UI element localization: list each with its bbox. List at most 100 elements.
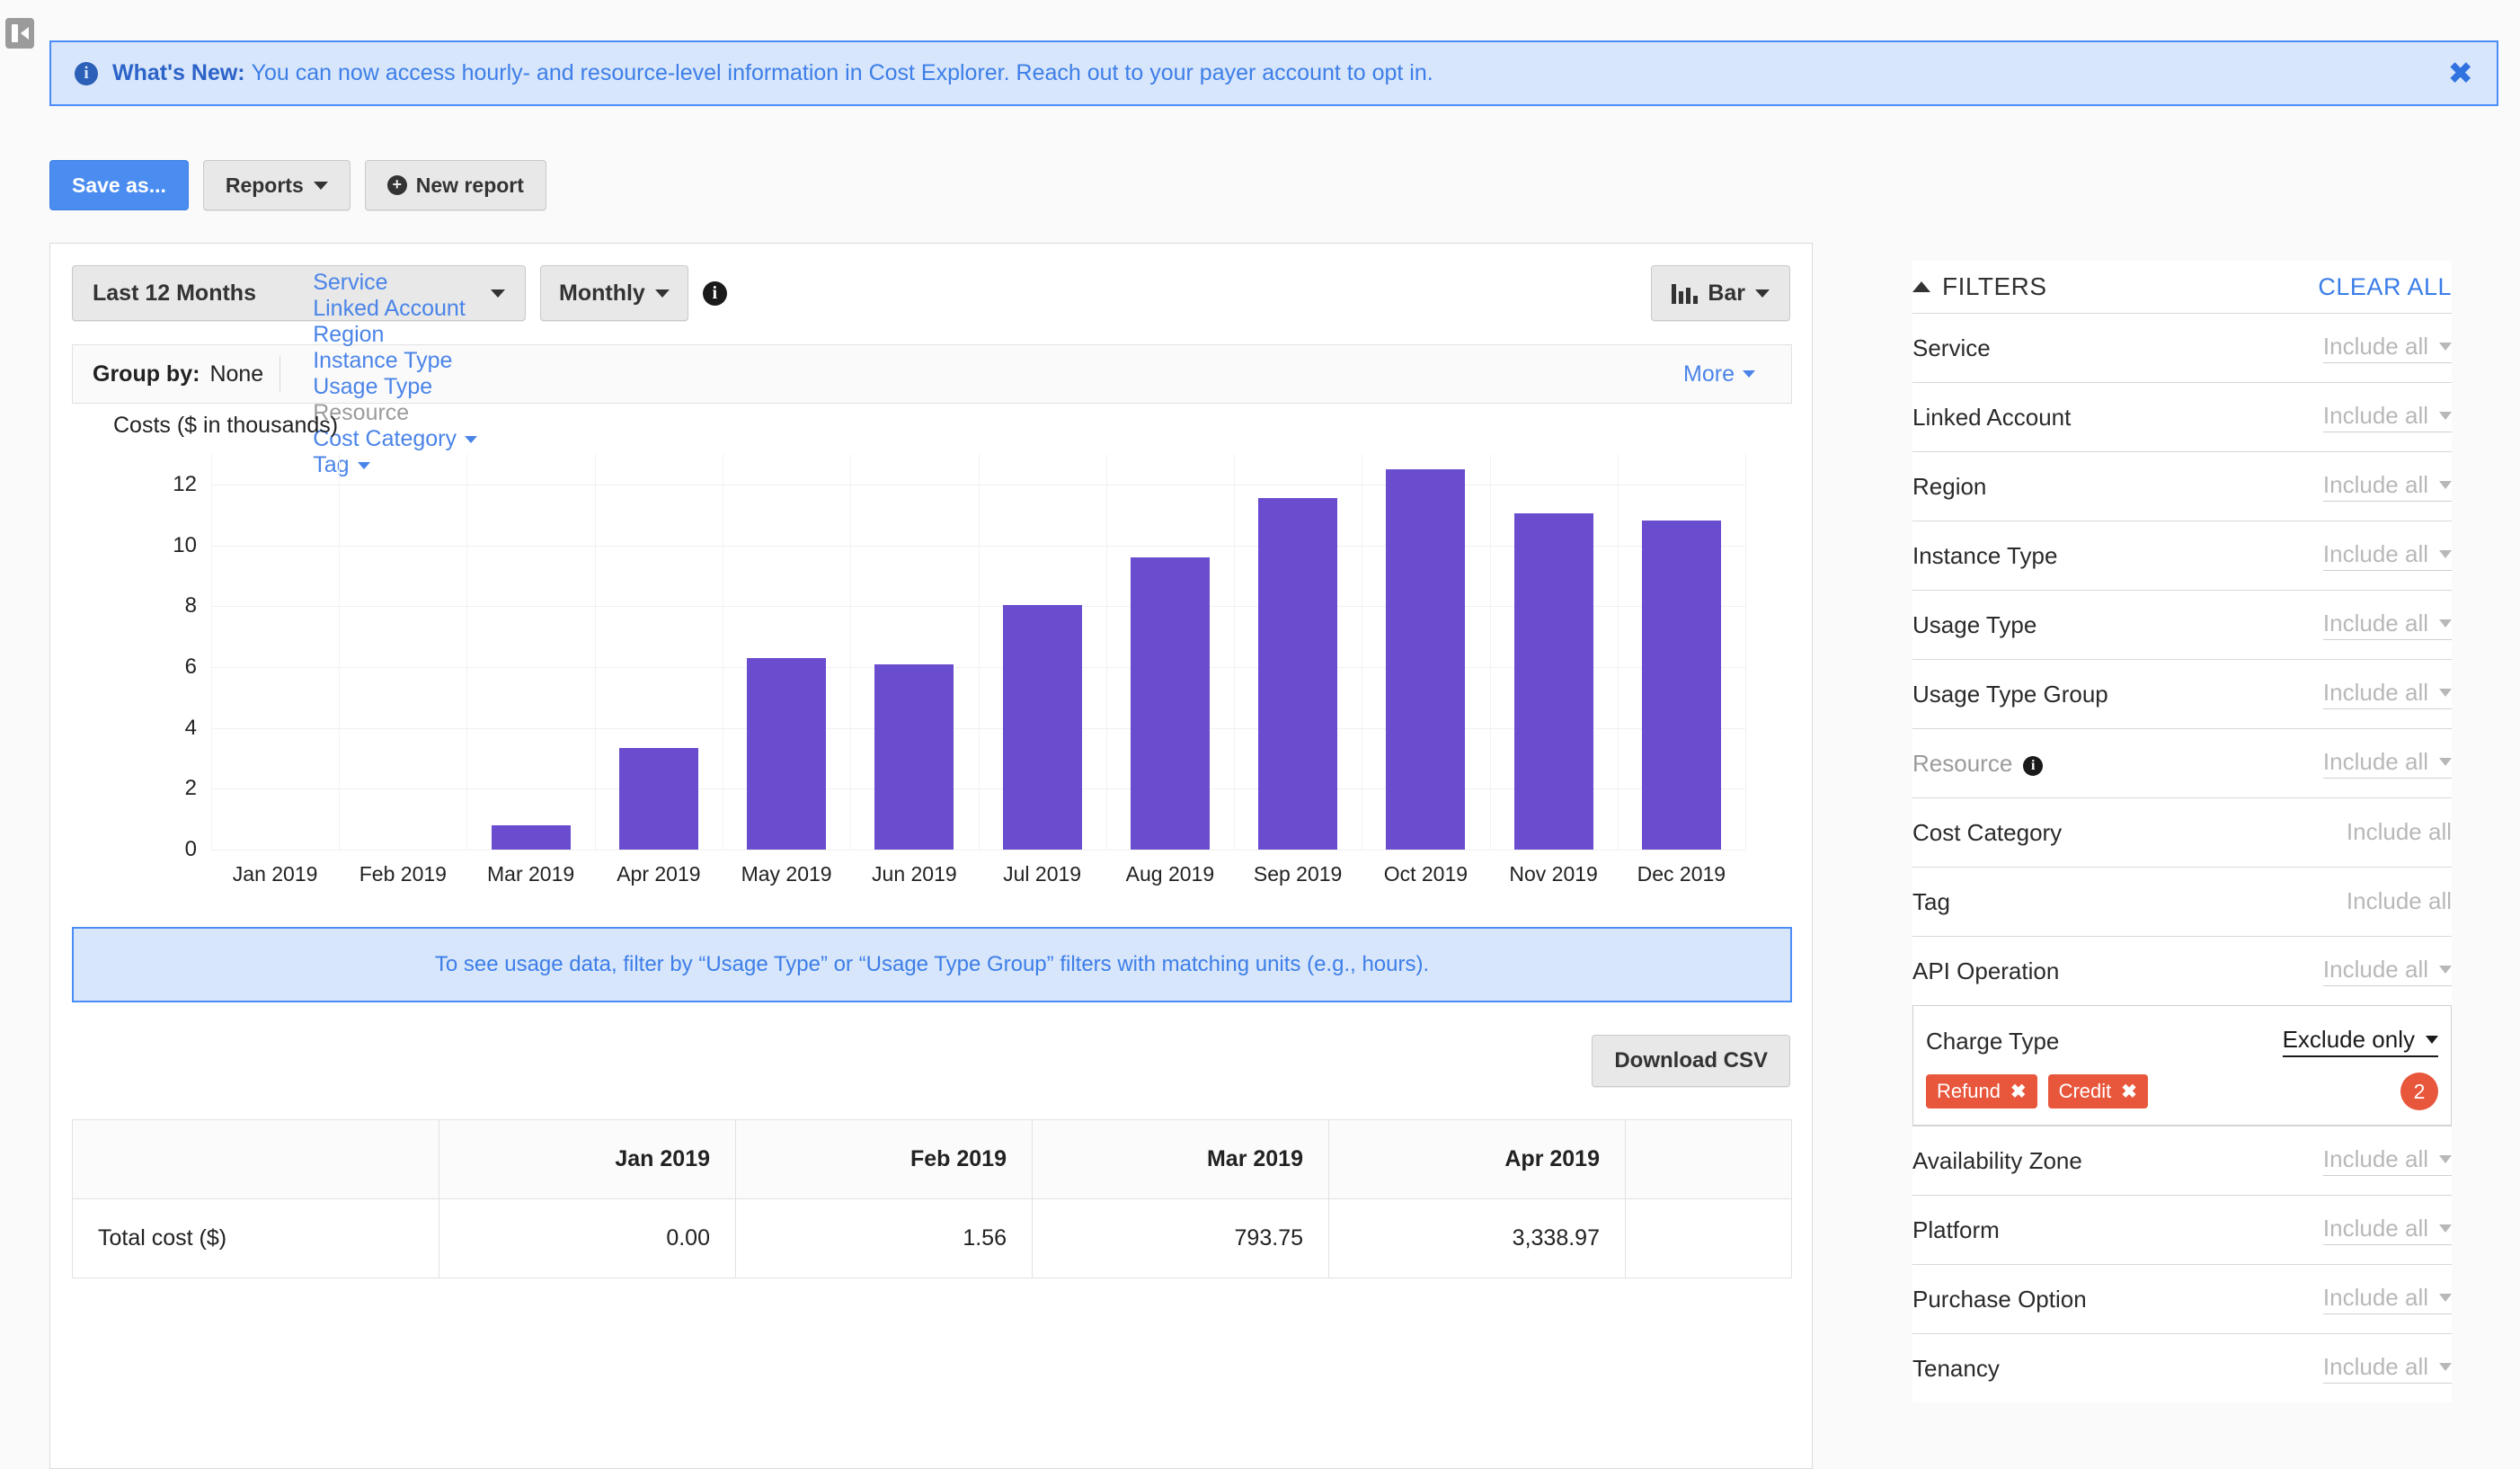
chevron-up-icon[interactable] xyxy=(1912,281,1930,292)
table-column-header: Apr 2019 xyxy=(1328,1119,1626,1199)
chart-bar[interactable] xyxy=(1002,604,1082,850)
new-report-button[interactable]: + New report xyxy=(364,160,546,210)
chart-bar[interactable] xyxy=(618,747,698,850)
bar-chart-icon xyxy=(1672,282,1699,304)
table-row: Total cost ($) 0.00 1.56 793.75 3,338.97 xyxy=(72,1198,1792,1278)
chevron-down-icon xyxy=(2439,966,2452,974)
chart-bar[interactable] xyxy=(491,825,571,850)
filter-select-charge-type[interactable]: Exclude only xyxy=(2282,1025,2438,1057)
chart-bar-column[interactable]: Aug 2019 xyxy=(1106,454,1234,886)
chart-bar-column[interactable]: May 2019 xyxy=(723,454,850,886)
close-icon[interactable]: ✖ xyxy=(2121,1081,2137,1103)
chart-bar[interactable] xyxy=(747,657,827,850)
filter-row-tenancy: Tenancy Include all xyxy=(1912,1333,2452,1402)
group-by-link-region[interactable]: Region xyxy=(297,322,493,348)
chart-bar-column[interactable]: Oct 2019 xyxy=(1362,454,1489,886)
sidebar-collapse-toggle[interactable] xyxy=(5,18,34,49)
plus-icon: + xyxy=(386,175,407,195)
charge-type-tags: Refund ✖ Credit ✖ 2 xyxy=(1926,1073,2438,1110)
chart-bar-column[interactable]: Jun 2019 xyxy=(850,454,978,886)
filter-select-usage-type-group[interactable]: Include all xyxy=(2322,679,2452,709)
x-axis-tick: May 2019 xyxy=(741,862,832,886)
chevron-down-icon xyxy=(2439,550,2452,558)
chart-bar-column[interactable]: Nov 2019 xyxy=(1490,454,1618,886)
filter-row-usage-type-group: Usage Type Group Include all xyxy=(1912,659,2452,728)
filter-select-api-operation[interactable]: Include all xyxy=(2322,956,2452,986)
filter-row-resource: Resource i Include all xyxy=(1912,728,2452,797)
filter-select-value: Include all xyxy=(2322,333,2428,360)
group-by-link-instance-type[interactable]: Instance Type xyxy=(297,348,493,374)
chart-bar-column[interactable]: Apr 2019 xyxy=(595,454,723,886)
chart-bar[interactable] xyxy=(1641,521,1721,850)
chart-bar-column[interactable]: Mar 2019 xyxy=(466,454,594,886)
filter-label: API Operation xyxy=(1912,957,2060,984)
group-by-link-linked-account[interactable]: Linked Account xyxy=(297,296,493,322)
chart-type-select[interactable]: Bar xyxy=(1651,265,1790,321)
filter-select-service[interactable]: Include all xyxy=(2322,333,2452,363)
group-by-more-dropdown[interactable]: More xyxy=(1667,361,1771,387)
filter-select-tenancy[interactable]: Include all xyxy=(2322,1353,2452,1384)
banner-heading: What's New: xyxy=(112,60,245,85)
chevron-down-icon xyxy=(1743,370,1755,378)
table-column-header: Mar 2019 xyxy=(1032,1119,1329,1199)
table-column-header xyxy=(72,1119,439,1199)
clear-all-button[interactable]: CLEAR ALL xyxy=(2318,273,2452,301)
charge-type-tag-refund[interactable]: Refund ✖ xyxy=(1926,1074,2037,1108)
filter-label: Linked Account xyxy=(1912,403,2072,431)
chart-bar[interactable] xyxy=(1386,468,1466,850)
chart-bar[interactable] xyxy=(1513,513,1593,850)
filter-select-resource[interactable]: Include all xyxy=(2322,748,2452,779)
filter-select-usage-type[interactable]: Include all xyxy=(2322,610,2452,640)
chart-bar-column[interactable]: Feb 2019 xyxy=(339,454,466,886)
chart-bar-column[interactable]: Jul 2019 xyxy=(979,454,1106,886)
y-axis-tick: 4 xyxy=(184,715,197,740)
chart-bar[interactable] xyxy=(1130,557,1210,850)
filter-select-availability-zone[interactable]: Include all xyxy=(2322,1145,2452,1176)
filter-select-value: Include all xyxy=(2322,748,2428,775)
chart-bar[interactable] xyxy=(1258,498,1338,850)
chart-bar-column[interactable]: Dec 2019 xyxy=(1618,454,1745,886)
filter-select-region[interactable]: Include all xyxy=(2322,471,2452,502)
group-by-link-label: Service xyxy=(313,270,388,295)
group-by-link-usage-type[interactable]: Usage Type xyxy=(297,374,493,400)
charge-type-tag-credit[interactable]: Credit ✖ xyxy=(2047,1074,2148,1108)
filter-select-purchase-option[interactable]: Include all xyxy=(2322,1284,2452,1314)
filter-row-api-operation: API Operation Include all xyxy=(1912,936,2452,1005)
x-axis-tick: Jul 2019 xyxy=(1003,862,1082,886)
filter-label: Usage Type Group xyxy=(1912,680,2108,708)
report-card: Last 12 Months Monthly i Bar Group by: N… xyxy=(49,243,1813,1469)
info-icon[interactable]: i xyxy=(2023,755,2044,776)
chevron-down-icon xyxy=(2439,689,2452,697)
granularity-info-icon[interactable]: i xyxy=(702,280,727,306)
granularity-select[interactable]: Monthly xyxy=(540,265,688,321)
reports-label: Reports xyxy=(225,173,304,197)
group-by-link-label: Usage Type xyxy=(313,374,433,399)
filter-row-tag: Tag Include all xyxy=(1912,867,2452,936)
group-by-link-service[interactable]: Service xyxy=(297,270,493,296)
filter-select-value: Include all xyxy=(2322,471,2428,498)
y-axis-tick: 6 xyxy=(184,654,197,679)
table-header-row: Jan 2019 Feb 2019 Mar 2019 Apr 2019 xyxy=(72,1119,1792,1199)
close-icon[interactable]: ✖ xyxy=(2010,1081,2027,1103)
chevron-down-icon xyxy=(2439,481,2452,489)
download-csv-button[interactable]: Download CSV xyxy=(1592,1035,1790,1087)
chart-bar-column[interactable]: Sep 2019 xyxy=(1234,454,1362,886)
filter-label: Instance Type xyxy=(1912,541,2058,569)
table-column-header xyxy=(1625,1119,1792,1199)
cost-chart: Costs ($ in thousands) 0 2 4 6 8 10 12 Jan 2019… xyxy=(72,404,1792,907)
table-cell: 0.00 xyxy=(439,1198,736,1278)
chart-bar[interactable] xyxy=(874,663,954,850)
chart-bar-column[interactable]: Jan 2019 xyxy=(211,454,339,886)
chevron-down-icon xyxy=(2439,1294,2452,1302)
filter-select-linked-account[interactable]: Include all xyxy=(2322,402,2452,432)
reports-dropdown-button[interactable]: Reports xyxy=(202,160,350,210)
filter-select-cost-category: Include all xyxy=(2347,818,2452,848)
group-by-link-label: Instance Type xyxy=(313,348,453,373)
filter-select-instance-type[interactable]: Include all xyxy=(2322,540,2452,571)
filter-select-value: Exclude only xyxy=(2282,1025,2415,1053)
save-as-button[interactable]: Save as... xyxy=(49,160,189,210)
filter-select-platform[interactable]: Include all xyxy=(2322,1215,2452,1245)
chevron-down-icon xyxy=(2439,343,2452,351)
filter-row-availability-zone: Availability Zone Include all xyxy=(1912,1126,2452,1195)
close-icon[interactable]: ✖ xyxy=(2448,58,2474,89)
